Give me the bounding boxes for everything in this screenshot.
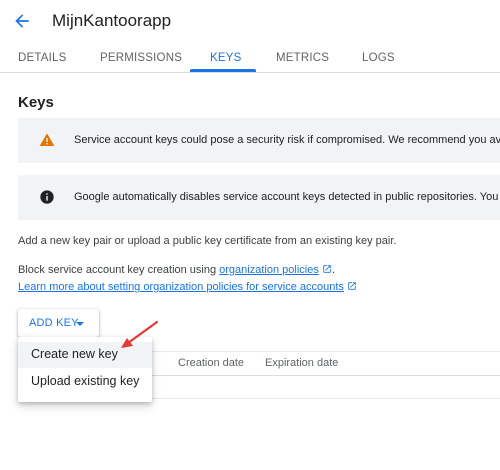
menu-item-label: Upload existing key (31, 374, 140, 388)
external-link-icon (323, 265, 331, 273)
policy-text: Block service account key creation using (18, 264, 220, 276)
tab-logs[interactable]: LOGS (362, 44, 395, 73)
organization-policies-link[interactable]: organization policies (219, 264, 319, 276)
annotation-arrow-icon (121, 320, 159, 348)
warning-text: Service account keys could pose a securi… (74, 134, 500, 146)
policy-line: Block service account key creation using… (18, 264, 335, 276)
policy-suffix: . (331, 264, 335, 276)
add-key-button[interactable]: ADD KEY (18, 309, 99, 337)
description-text: Add a new key pair or upload a public ke… (18, 235, 397, 247)
arrow-drop-down-icon (76, 322, 84, 326)
section-title: Keys (18, 94, 54, 111)
tab-metrics[interactable]: METRICS (276, 44, 329, 73)
tab-permissions[interactable]: PERMISSIONS (100, 44, 182, 73)
learn-more-line: Learn more about setting organization po… (18, 281, 357, 293)
arrow-back-icon[interactable] (12, 11, 32, 31)
info-icon (40, 190, 54, 204)
tab-details[interactable]: DETAILS (18, 44, 66, 73)
app-header: MijnKantoorapp (0, 0, 500, 44)
info-banner: Google automatically disables service ac… (18, 175, 500, 220)
menu-item-label: Create new key (31, 347, 118, 361)
column-expiration-date: Expiration date (265, 357, 339, 369)
external-link-icon (348, 282, 356, 290)
add-key-label: ADD KEY (29, 317, 79, 329)
info-text: Google automatically disables service ac… (74, 191, 500, 203)
page-title: MijnKantoorapp (52, 11, 172, 30)
learn-more-link[interactable]: Learn more about setting organization po… (18, 281, 344, 293)
menu-item-upload-existing-key[interactable]: Upload existing key (18, 369, 152, 395)
warning-banner: Service account keys could pose a securi… (18, 118, 500, 163)
active-tab-indicator (190, 69, 256, 72)
warning-icon (39, 133, 55, 146)
column-creation-date: Creation date (178, 357, 245, 369)
